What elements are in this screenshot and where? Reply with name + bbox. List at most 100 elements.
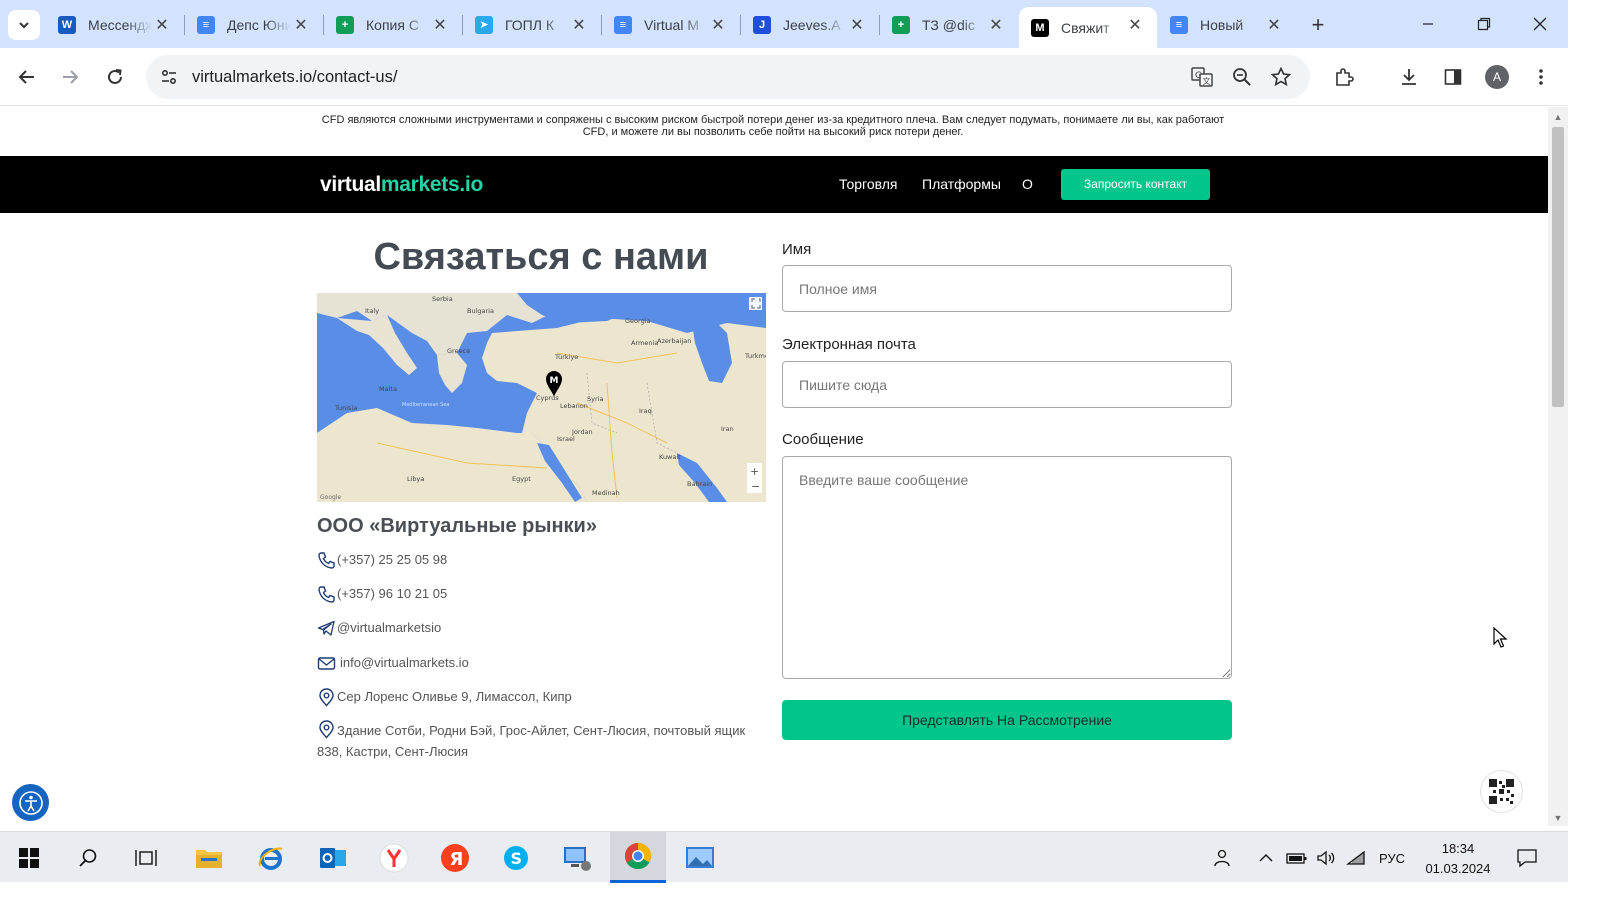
map-label: Serbia bbox=[432, 295, 453, 303]
map-zoom-in-button[interactable]: + bbox=[750, 465, 759, 478]
tab-close-icon[interactable]: ✕ bbox=[1266, 15, 1282, 35]
contact-phone-1[interactable]: (+357) 25 25 05 98 bbox=[317, 552, 447, 570]
side-panel-button[interactable] bbox=[1439, 63, 1467, 91]
network-icon[interactable] bbox=[1345, 847, 1367, 869]
accessibility-button[interactable] bbox=[12, 784, 49, 821]
browser-tab[interactable]: + ТЗ @dic ✕ bbox=[880, 7, 1018, 42]
tab-search-button[interactable] bbox=[8, 10, 40, 40]
name-label: Имя bbox=[782, 241, 812, 258]
taskbar-internet-explorer[interactable] bbox=[243, 832, 299, 883]
taskbar-file-explorer[interactable] bbox=[181, 832, 237, 883]
phone-icon bbox=[318, 552, 335, 569]
browser-tab[interactable]: M Свяжит ✕ bbox=[1019, 7, 1157, 48]
zoom-icon[interactable] bbox=[1230, 65, 1254, 89]
map-label: Armenia bbox=[631, 339, 658, 347]
tab-close-icon[interactable]: ✕ bbox=[849, 15, 865, 35]
scroll-down-icon[interactable]: ▼ bbox=[1553, 813, 1563, 823]
contact-email[interactable]: info@virtualmarkets.io bbox=[317, 655, 469, 673]
location-map[interactable]: Serbia Bulgaria Georgia Italy Armenia Az… bbox=[317, 293, 766, 502]
contact-telegram[interactable]: @virtualmarketsio bbox=[317, 620, 441, 638]
scroll-thumb[interactable] bbox=[1552, 127, 1564, 407]
tab-close-icon[interactable]: ✕ bbox=[1127, 15, 1143, 35]
page-scrollbar[interactable]: ▲ ▼ bbox=[1548, 107, 1568, 826]
nav-platforms[interactable]: Платформы bbox=[922, 176, 1001, 192]
virtualmarkets-icon: M bbox=[1031, 18, 1049, 37]
system-clock[interactable]: 18:34 01.03.2024 bbox=[1420, 839, 1496, 879]
browser-tab[interactable]: ≡ Депс Юнит✕ bbox=[185, 7, 323, 42]
taskbar-search-button[interactable] bbox=[60, 832, 116, 883]
arrow-right-icon bbox=[63, 70, 79, 84]
new-tab-button[interactable]: + bbox=[1305, 12, 1331, 38]
tab-close-icon[interactable]: ✕ bbox=[710, 15, 726, 35]
site-logo[interactable]: virtualmarkets.io bbox=[320, 173, 483, 197]
browser-toolbar: virtualmarkets.io/contact-us/ G文 A bbox=[0, 48, 1568, 106]
tab-title: Депс Юнит bbox=[227, 16, 291, 33]
map-zoom-out-button[interactable]: − bbox=[751, 480, 760, 493]
site-info-icon[interactable] bbox=[157, 65, 181, 89]
taskbar-skype[interactable]: S bbox=[488, 832, 544, 883]
chat-widget-button[interactable] bbox=[1480, 770, 1523, 813]
contact-address-saint-lucia: Здание Сотби, Родни Бэй, Грос-Айлет, Сен… bbox=[317, 720, 762, 762]
mail-icon bbox=[317, 657, 336, 670]
forward-button[interactable] bbox=[56, 63, 84, 91]
taskbar-photos[interactable] bbox=[672, 832, 728, 883]
taskbar-remote-desktop[interactable] bbox=[549, 832, 605, 883]
map-label: Türkiye bbox=[554, 353, 578, 361]
skype-icon: S bbox=[504, 845, 528, 870]
downloads-button[interactable] bbox=[1395, 63, 1423, 91]
tab-close-icon[interactable]: ✕ bbox=[293, 15, 309, 35]
task-view-button[interactable] bbox=[118, 832, 174, 883]
address-bar[interactable]: virtualmarkets.io/contact-us/ G文 bbox=[146, 55, 1310, 99]
google-sheets-icon: + bbox=[892, 15, 910, 34]
minimize-button[interactable] bbox=[1404, 8, 1452, 40]
browser-tab[interactable]: W Мессенджер✕ bbox=[46, 7, 184, 42]
tab-close-icon[interactable]: ✕ bbox=[571, 15, 587, 35]
taskbar-outlook[interactable] bbox=[305, 832, 361, 883]
taskbar-yandex-browser[interactable] bbox=[366, 832, 422, 883]
notifications-icon[interactable] bbox=[1514, 847, 1540, 869]
tab-close-icon[interactable]: ✕ bbox=[154, 15, 170, 35]
map-label: Georgia bbox=[625, 317, 651, 325]
site-header: virtualmarkets.io Торговля Платформы О З… bbox=[0, 156, 1548, 213]
name-input[interactable] bbox=[782, 265, 1232, 312]
tab-close-icon[interactable]: ✕ bbox=[988, 15, 1004, 35]
language-indicator[interactable]: РУС bbox=[1375, 847, 1409, 869]
translate-icon[interactable]: G文 bbox=[1190, 65, 1214, 89]
volume-icon[interactable] bbox=[1315, 847, 1337, 869]
profile-avatar[interactable]: A bbox=[1485, 65, 1509, 89]
scroll-up-icon[interactable]: ▲ bbox=[1553, 112, 1563, 122]
side-panel-icon bbox=[1444, 69, 1462, 85]
task-view-icon bbox=[135, 849, 157, 866]
chevron-up-icon[interactable] bbox=[1256, 847, 1276, 869]
request-contact-button[interactable]: Запросить контакт bbox=[1061, 169, 1210, 200]
email-input[interactable] bbox=[782, 361, 1232, 408]
message-textarea[interactable] bbox=[782, 456, 1232, 679]
battery-icon[interactable] bbox=[1285, 847, 1309, 869]
map-label: Iraq bbox=[639, 407, 652, 415]
browser-tab[interactable]: ➤ ГОПЛ К ✕ bbox=[463, 7, 601, 42]
contact-address-cyprus: Сер Лоренс Оливье 9, Лимассол, Кипр bbox=[317, 688, 572, 707]
back-button[interactable] bbox=[13, 63, 41, 91]
url-text[interactable]: virtualmarkets.io/contact-us/ bbox=[192, 68, 397, 87]
tab-close-icon[interactable]: ✕ bbox=[432, 15, 448, 35]
chrome-menu-button[interactable] bbox=[1527, 63, 1555, 91]
yandex-browser-icon bbox=[379, 843, 409, 872]
reload-button[interactable] bbox=[101, 63, 129, 91]
restore-icon bbox=[1477, 17, 1491, 31]
browser-tab[interactable]: ≡ Новый ✕ bbox=[1158, 7, 1296, 42]
browser-tab[interactable]: J Jeeves.A ✕ bbox=[741, 7, 879, 42]
taskbar-chrome[interactable] bbox=[610, 832, 666, 883]
nav-trading[interactable]: Торговля bbox=[839, 176, 897, 192]
bookmark-star-icon[interactable] bbox=[1269, 65, 1293, 89]
restore-button[interactable] bbox=[1460, 8, 1508, 40]
start-button[interactable] bbox=[1, 832, 57, 883]
submit-button[interactable]: Представлять На Рассмотрение bbox=[782, 700, 1232, 740]
browser-tab[interactable]: ≡ Virtual M ✕ bbox=[602, 7, 740, 42]
nav-about[interactable]: О bbox=[1022, 176, 1033, 192]
people-icon[interactable] bbox=[1211, 847, 1235, 869]
browser-tab[interactable]: + Копия С ✕ bbox=[324, 7, 462, 42]
taskbar-yandex[interactable]: Я bbox=[427, 832, 483, 883]
extensions-button[interactable] bbox=[1330, 63, 1358, 91]
close-window-button[interactable] bbox=[1516, 8, 1564, 40]
contact-phone-2[interactable]: (+357) 96 10 21 05 bbox=[317, 586, 447, 604]
